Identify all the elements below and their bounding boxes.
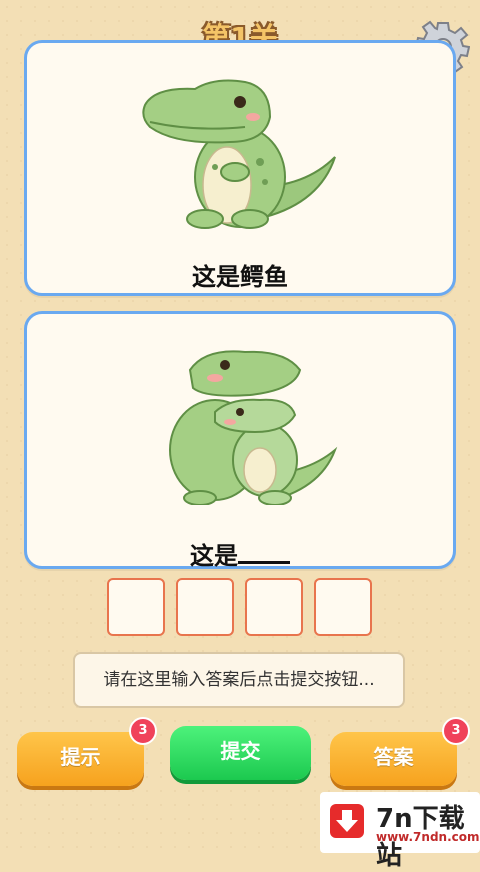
card-1-caption: 这是鳄鱼 bbox=[192, 263, 288, 291]
hint-count-badge: 3 bbox=[129, 717, 157, 745]
submit-button[interactable]: 提交 bbox=[170, 726, 311, 780]
crocodile-pair-image bbox=[169, 350, 338, 505]
picture-card-1: 这是鳄鱼 bbox=[24, 40, 456, 296]
answer-count-badge: 3 bbox=[442, 717, 470, 745]
answer-input[interactable]: 请在这里输入答案后点击提交按钮... bbox=[73, 652, 405, 708]
answer-slot[interactable] bbox=[176, 578, 234, 636]
answer-slot[interactable] bbox=[314, 578, 372, 636]
answer-slot[interactable] bbox=[245, 578, 303, 636]
watermark: 7n下载站 www.7ndn.com bbox=[320, 792, 480, 871]
download-arrow-icon bbox=[330, 804, 364, 838]
hint-button[interactable]: 提示 bbox=[17, 732, 144, 786]
picture-card-2: 这是 bbox=[24, 311, 456, 571]
answer-button[interactable]: 答案 bbox=[330, 732, 457, 786]
answer-slots bbox=[107, 578, 372, 636]
watermark-url: www.7ndn.com bbox=[376, 830, 480, 844]
card-2-caption-prefix: 这是 bbox=[190, 542, 238, 570]
caption-blank bbox=[238, 541, 290, 564]
card-2-caption: 这是 bbox=[27, 536, 453, 571]
answer-slot[interactable] bbox=[107, 578, 165, 636]
crocodile-image bbox=[142, 79, 336, 229]
